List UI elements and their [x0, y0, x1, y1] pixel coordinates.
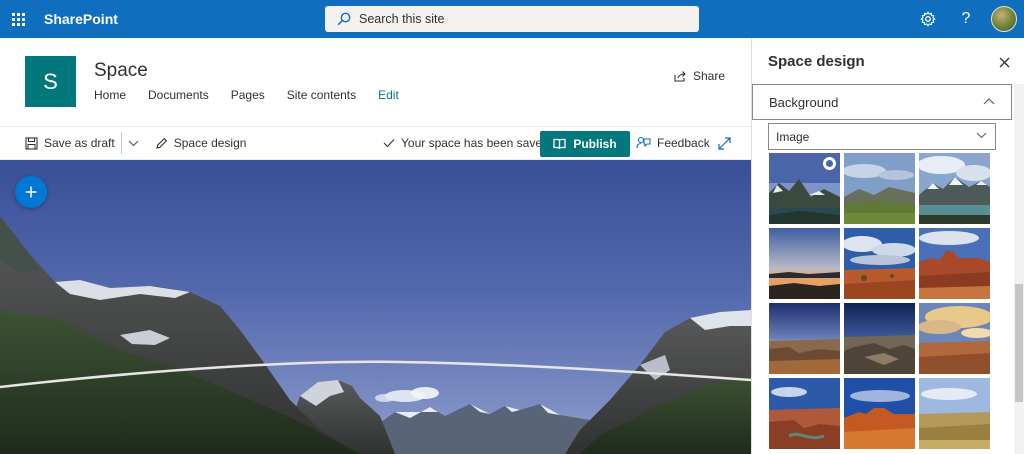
thumbnail-mountain-lake-clouds[interactable] — [919, 153, 990, 224]
save-as-draft-label: Save as draft — [44, 136, 115, 150]
chevron-down-icon — [128, 140, 139, 146]
search-placeholder: Search this site — [359, 12, 445, 26]
expand-icon — [718, 136, 731, 150]
panorama-background — [0, 160, 751, 454]
space-design-panel: Space design Background Image — [751, 38, 1024, 454]
site-title[interactable]: Space — [94, 60, 148, 82]
panel-title: Space design — [768, 53, 865, 70]
saved-status: Your space has been saved — [383, 136, 549, 150]
site-logo[interactable]: S — [25, 56, 76, 107]
scrollbar-thumb[interactable] — [1015, 284, 1023, 402]
panel-scrollbar[interactable] — [1014, 84, 1024, 454]
plus-icon — [25, 186, 37, 198]
feedback-button[interactable]: Feedback — [636, 136, 710, 150]
space-design-label: Space design — [173, 136, 247, 150]
thumbnail-sunset-lake[interactable] — [769, 228, 840, 299]
divider — [120, 132, 122, 154]
nav-edit[interactable]: Edit — [378, 88, 399, 102]
waffle-icon[interactable] — [0, 0, 36, 38]
share-icon — [674, 71, 686, 82]
site-nav: Home Documents Pages Site contents Edit — [94, 88, 421, 102]
thumbnail-glacier-lake-mountains[interactable] — [769, 153, 840, 224]
site-header: S Space Home Documents Pages Site conten… — [0, 38, 751, 126]
save-options-chevron[interactable] — [128, 140, 145, 147]
gear-icon[interactable] — [909, 0, 947, 38]
suite-bar: SharePoint Search this site ? — [0, 0, 1024, 38]
thumbnail-golden-grassland[interactable] — [919, 378, 990, 449]
site-logo-letter: S — [43, 68, 58, 94]
saved-status-text: Your space has been saved — [401, 136, 549, 150]
thumbnail-canyon-river-bend[interactable] — [769, 378, 840, 449]
background-section-label: Background — [769, 94, 839, 110]
avatar[interactable] — [991, 6, 1017, 32]
pencil-icon — [156, 137, 167, 149]
background-type-value: Image — [776, 129, 810, 144]
app-brand[interactable]: SharePoint — [44, 11, 118, 27]
thumbnail-green-valley-hills[interactable] — [844, 153, 915, 224]
space-canvas[interactable] — [0, 160, 751, 454]
publish-button[interactable]: Publish — [540, 131, 630, 157]
thumbnail-desert-cloudy-sky[interactable] — [919, 303, 990, 374]
feedback-icon — [636, 136, 651, 149]
search-input[interactable]: Search this site — [325, 6, 699, 32]
background-section-header[interactable]: Background — [752, 84, 1012, 120]
command-bar: Save as draft Space design Your space ha… — [0, 126, 751, 160]
nav-documents[interactable]: Documents — [148, 88, 209, 102]
add-web-part-button[interactable] — [15, 176, 47, 208]
selected-indicator — [823, 157, 836, 170]
help-icon[interactable]: ? — [947, 0, 985, 38]
chevron-down-icon — [976, 132, 987, 139]
close-icon[interactable] — [999, 55, 1010, 73]
nav-home[interactable]: Home — [94, 88, 126, 102]
share-button[interactable]: Share — [674, 69, 725, 83]
nav-site-contents[interactable]: Site contents — [287, 88, 356, 102]
background-thumbnail-grid — [769, 153, 993, 449]
share-label: Share — [692, 69, 725, 83]
thumbnail-red-rock-canyon[interactable] — [919, 228, 990, 299]
main-area: S Space Home Documents Pages Site conten… — [0, 38, 751, 454]
space-design-button[interactable]: Space design — [155, 136, 247, 150]
chevron-up-icon — [983, 98, 995, 105]
feedback-label: Feedback — [657, 136, 710, 150]
thumbnail-canyon-overlook[interactable] — [844, 303, 915, 374]
book-icon — [553, 138, 566, 150]
search-icon — [337, 12, 351, 26]
nav-pages[interactable]: Pages — [231, 88, 265, 102]
thumbnail-red-desert-sky[interactable] — [844, 228, 915, 299]
background-type-dropdown[interactable]: Image — [768, 123, 996, 150]
save-as-draft-button[interactable]: Save as draft — [25, 136, 115, 150]
checkmark-icon — [383, 139, 395, 148]
expand-button[interactable] — [718, 136, 737, 150]
thumbnail-red-mesa-blue-sky[interactable] — [844, 378, 915, 449]
save-icon — [25, 136, 38, 150]
thumbnail-grand-canyon-dusk[interactable] — [769, 303, 840, 374]
publish-label: Publish — [573, 137, 617, 151]
